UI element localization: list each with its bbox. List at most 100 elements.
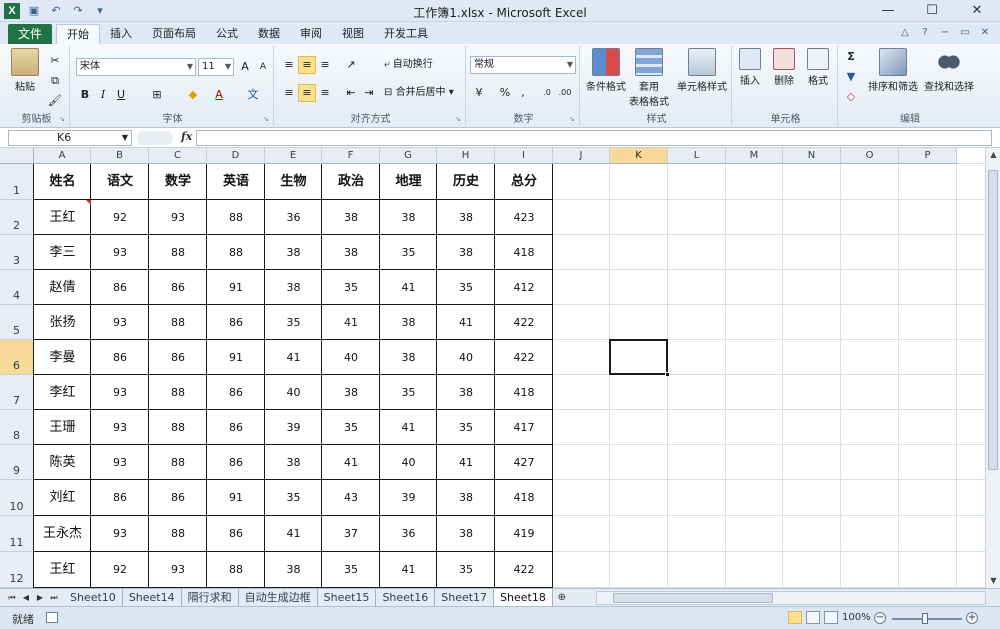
workbook-minimize-icon[interactable]: − (938, 26, 952, 40)
worksheet-grid[interactable]: A B C D E F G H I J K L M N O P 1 2 3 4 5 6 7 8 9 10 11 12 姓名 语文 数学 英语生… (0, 148, 985, 588)
insert-sheet-icon[interactable]: ⊕ (553, 589, 571, 606)
column-header-n[interactable]: N (783, 148, 841, 164)
insert-cells-button[interactable]: 插入 (734, 48, 766, 87)
table-cell[interactable]: 91 (207, 480, 265, 516)
increase-indent-icon[interactable]: ⇥ (360, 84, 378, 102)
currency-icon[interactable]: ¥ (470, 84, 488, 102)
font-launcher-icon[interactable]: ↘ (263, 115, 271, 123)
fill-color-icon[interactable]: ◆ (184, 86, 202, 104)
align-bottom-icon[interactable]: ≡ (316, 56, 334, 74)
table-cell[interactable]: 陈英 (34, 445, 91, 480)
table-cell[interactable]: 41 (265, 340, 322, 375)
ribbon-collapse-icon[interactable]: △ (898, 26, 912, 40)
orientation-icon[interactable]: ↗ (342, 56, 360, 74)
tab-developer[interactable]: 开发工具 (374, 24, 438, 44)
delete-cells-button[interactable]: 删除 (768, 48, 800, 87)
number-format-select[interactable]: 常规 ▼ (470, 56, 576, 74)
file-tab[interactable]: 文件 (8, 24, 52, 44)
table-cell[interactable]: 38 (322, 235, 380, 270)
column-header-i[interactable]: I (495, 148, 553, 164)
table-cell[interactable]: 41 (265, 516, 322, 552)
table-cell[interactable]: 88 (149, 375, 207, 410)
table-cell[interactable]: 93 (91, 375, 149, 410)
zoom-in-icon[interactable]: + (966, 612, 978, 624)
table-cell[interactable]: 38 (265, 235, 322, 270)
zoom-out-icon[interactable]: − (874, 612, 886, 624)
row-header-1[interactable]: 1 (0, 164, 34, 200)
table-cell[interactable]: 35 (437, 410, 495, 445)
percent-button[interactable]: % (496, 84, 514, 102)
clipboard-launcher-icon[interactable]: ↘ (59, 115, 67, 123)
table-cell[interactable]: 35 (380, 375, 437, 410)
table-cell[interactable]: 93 (91, 516, 149, 552)
grow-font-icon[interactable]: A (236, 58, 254, 76)
table-cell[interactable]: 417 (495, 410, 553, 445)
column-header-o[interactable]: O (841, 148, 899, 164)
fill-handle[interactable] (665, 372, 670, 377)
table-header-cell[interactable]: 总分 (495, 164, 553, 200)
table-cell[interactable]: 李三 (34, 235, 91, 270)
redo-icon[interactable]: ↷ (70, 3, 86, 19)
table-cell[interactable]: 88 (149, 235, 207, 270)
borders-icon[interactable]: ⊞ (148, 86, 166, 104)
wrap-text-button[interactable]: ⤶ 自动换行 (384, 56, 433, 74)
table-header-cell[interactable]: 历史 (437, 164, 495, 200)
column-header-g[interactable]: G (380, 148, 437, 164)
table-cell[interactable]: 40 (265, 375, 322, 410)
row-header-9[interactable]: 9 (0, 445, 34, 480)
minimize-button[interactable]: — (866, 0, 910, 22)
find-select-button[interactable]: 查找和选择 (922, 48, 976, 93)
column-header-c[interactable]: C (149, 148, 207, 164)
table-cell[interactable]: 86 (149, 480, 207, 516)
horizontal-scroll-thumb[interactable] (613, 593, 773, 603)
row-header-6[interactable]: 6 (0, 340, 34, 375)
vertical-scroll-thumb[interactable] (988, 170, 998, 470)
table-cell[interactable]: 86 (207, 445, 265, 480)
table-cell[interactable]: 419 (495, 516, 553, 552)
last-sheet-icon[interactable]: ⏭ (48, 591, 60, 604)
sort-filter-button[interactable]: 排序和筛选 (866, 48, 920, 93)
first-sheet-icon[interactable]: ⏮ (6, 591, 18, 604)
table-header-cell[interactable]: 政治 (322, 164, 380, 200)
vertical-scrollbar[interactable]: ▲ ▼ (985, 148, 1000, 588)
table-cell[interactable]: 38 (265, 270, 322, 305)
column-header-a[interactable]: A (34, 148, 91, 164)
table-cell[interactable]: 41 (437, 445, 495, 480)
close-button[interactable]: ✕ (954, 0, 1000, 22)
table-cell[interactable]: 93 (91, 445, 149, 480)
table-cell[interactable]: 88 (149, 445, 207, 480)
table-cell[interactable]: 86 (207, 305, 265, 340)
horizontal-scrollbar[interactable] (596, 591, 986, 605)
font-size-select[interactable]: 11 ▼ (198, 58, 234, 76)
column-header-j[interactable]: J (553, 148, 610, 164)
table-cell[interactable]: 38 (437, 200, 495, 235)
merge-center-button[interactable]: ⊟ 合并后居中 ▾ (384, 84, 454, 102)
table-cell[interactable]: 王红 (34, 552, 91, 588)
workbook-close-icon[interactable]: ✕ (978, 26, 992, 40)
table-cell[interactable]: 38 (322, 375, 380, 410)
table-header-cell[interactable]: 地理 (380, 164, 437, 200)
macro-record-icon[interactable] (46, 612, 58, 623)
next-sheet-icon[interactable]: ▶ (34, 591, 46, 604)
table-cell[interactable]: 88 (207, 552, 265, 588)
table-cell[interactable]: 35 (437, 270, 495, 305)
paste-button[interactable]: 粘贴 (8, 48, 42, 93)
excel-app-icon[interactable]: X (4, 3, 20, 19)
table-cell[interactable]: 91 (207, 340, 265, 375)
prev-sheet-icon[interactable]: ◀ (20, 591, 32, 604)
table-cell[interactable]: 86 (207, 410, 265, 445)
row-header-4[interactable]: 4 (0, 270, 34, 305)
table-cell[interactable]: 35 (437, 552, 495, 588)
table-cell[interactable]: 418 (495, 235, 553, 270)
scroll-up-icon[interactable]: ▲ (987, 148, 1000, 162)
table-cell[interactable]: 李红 (34, 375, 91, 410)
select-all-corner[interactable] (0, 148, 34, 164)
table-cell[interactable]: 36 (380, 516, 437, 552)
comment-indicator-icon[interactable] (86, 200, 91, 205)
tab-review[interactable]: 审阅 (290, 24, 332, 44)
table-cell[interactable]: 88 (207, 200, 265, 235)
table-cell[interactable]: 88 (149, 305, 207, 340)
row-header-12[interactable]: 12 (0, 552, 34, 588)
formula-input[interactable] (196, 130, 992, 146)
workbook-restore-icon[interactable]: ▭ (958, 26, 972, 40)
